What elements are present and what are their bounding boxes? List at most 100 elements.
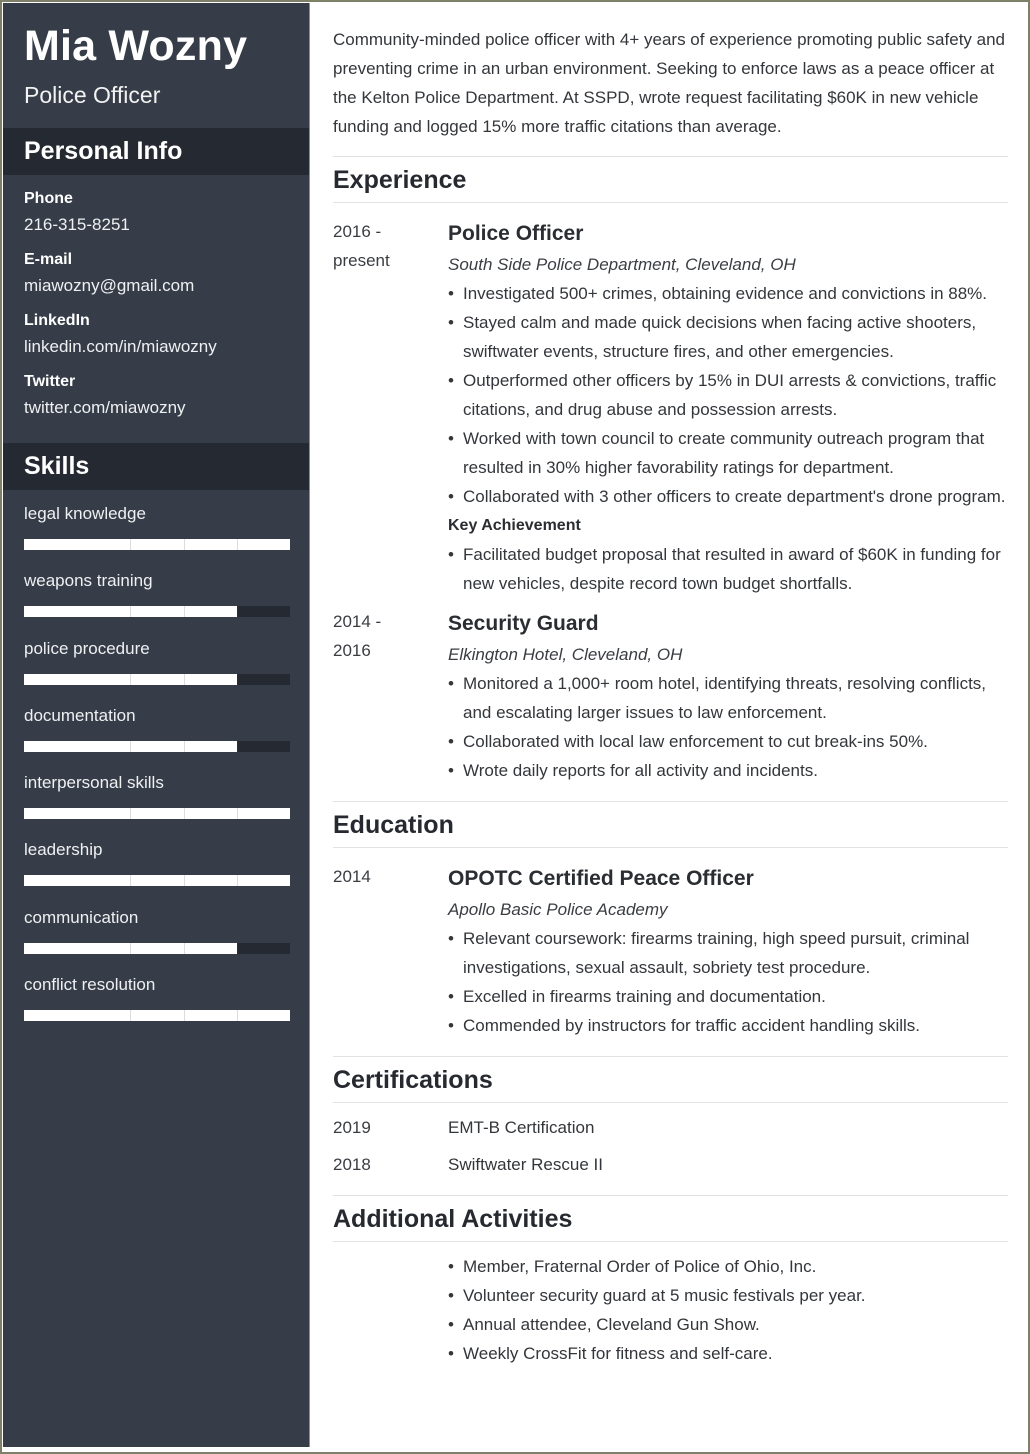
skill-segment-divider [236,942,238,954]
bullet: Facilitated budget proposal that resulte… [448,540,1008,598]
skill-level-bar [24,606,290,618]
bullet: Monitored a 1,000+ room hotel, identifyi… [448,669,1008,727]
job-bullets: Investigated 500+ crimes, obtaining evid… [448,279,1008,511]
skill-name: interpersonal skills [24,773,164,793]
education-heading: Education [333,811,454,839]
bullet: Collaborated with 3 other officers to cr… [448,482,1008,511]
skill-segment-divider [130,539,132,550]
skill-level-bar [24,808,290,820]
skill-level-bar [24,673,290,685]
skill-segment-divider [130,740,132,752]
skill-name: weapons training [24,571,153,591]
skill-item: conflict resolution [24,971,290,1038]
date-end: present [333,251,390,270]
skill-item: interpersonal skills [24,769,290,836]
skill-level-bar [24,942,290,954]
personal-info-heading: Personal Info [3,128,309,175]
skill-level-bar [24,539,290,550]
job-entry: 2014 - 2016 Security Guard Elkington Hot… [333,607,1008,785]
skill-level-bar [24,740,290,752]
sidebar-header: Mia Wozny Police Officer [3,3,309,128]
date-start: 2016 - [333,222,382,241]
certification-name: Swiftwater Rescue II [448,1155,603,1174]
education-bullets: Relevant coursework: firearms training, … [448,924,1008,1040]
bullet: Investigated 500+ crimes, obtaining evid… [448,279,1008,308]
activities-section-header: Additional Activities [333,1195,1008,1242]
school-name: Apollo Basic Police Academy [448,900,668,919]
experience-section-header: Experience [333,156,1008,203]
activity-item: Annual attendee, Cleveland Gun Show. [448,1310,1008,1339]
skill-item: weapons training [24,567,290,634]
skill-segment-divider [183,673,185,685]
activity-item: Member, Fraternal Order of Police of Ohi… [448,1252,1008,1281]
info-item-twitter: Twitter twitter.com/miawozny [24,370,289,422]
twitter-link[interactable]: twitter.com/miawozny [24,394,289,422]
skill-level-bar [24,875,290,887]
degree-title: OPOTC Certified Peace Officer [448,867,754,890]
email-link[interactable]: miawozny@gmail.com [24,272,289,300]
skill-name: conflict resolution [24,975,156,995]
skill-segment-divider [130,673,132,685]
job-dates: 2016 - present [333,217,448,598]
info-label: Twitter [24,373,76,390]
info-item-phone: Phone 216-315-8251 [24,187,289,239]
info-item-linkedin: LinkedIn linkedin.com/in/miawozny [24,309,289,361]
job-org: Elkington Hotel, Cleveland, OH [448,645,683,664]
skill-name: communication [24,907,139,927]
skill-level-bar [24,1010,290,1022]
bullet: Outperformed other officers by 15% in DU… [448,366,1008,424]
bullet: Stayed calm and made quick decisions whe… [448,308,1008,366]
certification-date: 2019 [333,1118,371,1137]
skill-segment-divider [183,606,185,618]
job-body: Police Officer South Side Police Departm… [448,217,1008,598]
job-entry: 2016 - present Police Officer South Side… [333,217,1008,598]
activity-item: Weekly CrossFit for fitness and self-car… [448,1339,1008,1368]
bullet: Relevant coursework: firearms training, … [448,924,1008,982]
candidate-name: Mia Wozny [24,22,248,70]
skill-segment-divider [183,1010,185,1022]
certifications-heading: Certifications [333,1066,493,1094]
job-org: South Side Police Department, Cleveland,… [448,255,796,274]
skill-item: leadership [24,836,290,903]
certification-item: 2019 EMT-B Certification [333,1113,1008,1142]
skill-segment-divider [130,1010,132,1022]
info-item-email: E-mail miawozny@gmail.com [24,248,289,300]
skill-segment-divider [130,942,132,954]
education-body: OPOTC Certified Peace Officer Apollo Bas… [448,862,1008,1040]
experience-heading: Experience [333,166,467,194]
bullet: Wrote daily reports for all activity and… [448,756,1008,785]
skill-item: communication [24,904,290,971]
linkedin-link[interactable]: linkedin.com/in/miawozny [24,333,289,361]
candidate-role: Police Officer [24,82,161,108]
bullet: Commended by instructors for traffic acc… [448,1011,1008,1040]
personal-info-list: Phone 216-315-8251 E-mail miawozny@gmail… [3,175,309,443]
education-section-header: Education [333,801,1008,848]
skill-segment-divider [236,1010,238,1022]
job-dates: 2014 - 2016 [333,607,448,785]
skill-name: legal knowledge [24,504,146,523]
bullet: Collaborated with local law enforcement … [448,727,1008,756]
skills-list: legal knowledge weapons training police pr… [3,490,309,1038]
skill-segment-divider [130,875,132,887]
skill-level-fill [24,875,290,887]
skill-segment-divider [183,539,185,550]
skill-item: police procedure [24,635,290,702]
phone-value[interactable]: 216-315-8251 [24,211,289,239]
info-label: E-mail [24,251,73,268]
skill-segment-divider [183,808,185,820]
skill-item: documentation [24,702,290,769]
skills-heading: Skills [3,443,309,490]
skill-segment-divider [236,808,238,820]
skill-name: police procedure [24,638,150,658]
certification-item: 2018 Swiftwater Rescue II [333,1150,1008,1179]
certification-date: 2018 [333,1155,371,1174]
resume-page: Mia Wozny Police Officer Personal Info P… [3,3,1025,1447]
key-achievement-label: Key Achievement [448,517,581,534]
sidebar: Mia Wozny Police Officer Personal Info P… [3,3,310,1447]
skill-item: legal knowledge [24,500,290,567]
info-label: Phone [24,190,73,207]
activities-heading: Additional Activities [333,1205,573,1233]
skill-name: leadership [24,840,103,860]
profile-summary: Community-minded police officer with 4+ … [333,30,1005,136]
skill-segment-divider [183,942,185,954]
